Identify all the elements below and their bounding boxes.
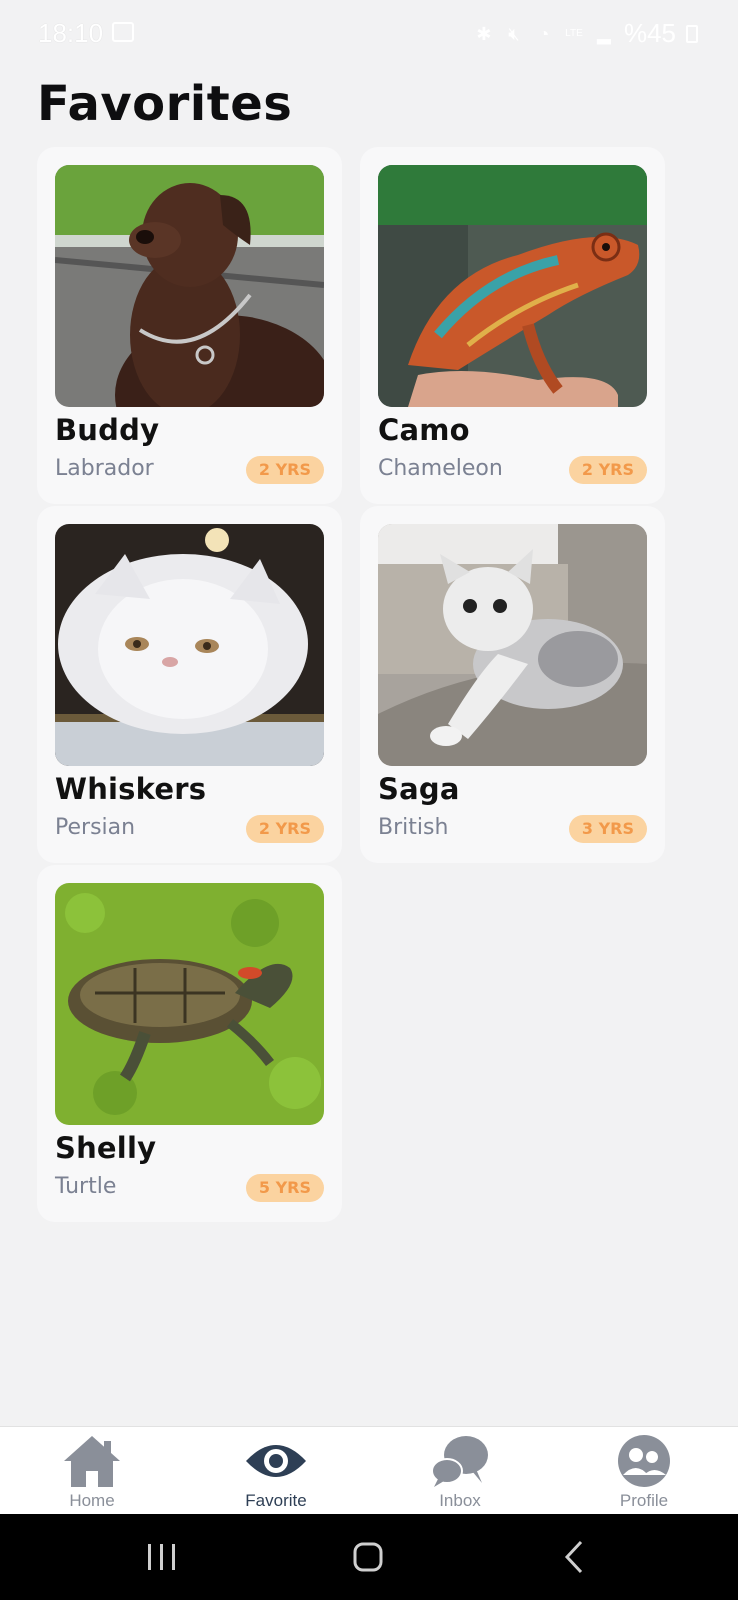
battery-icon xyxy=(686,24,698,43)
eye-icon xyxy=(246,1445,306,1477)
mute-icon: 🔇︎ xyxy=(508,23,520,44)
users-icon xyxy=(618,1435,670,1487)
wifi-icon: ◔ xyxy=(538,23,550,44)
nav-label: Profile xyxy=(619,1491,669,1510)
nav-inbox[interactable]: Inbox xyxy=(368,1427,552,1515)
favorite-card[interactable]: Whiskers Persian 2 YRS xyxy=(37,506,342,863)
system-navigation-bar xyxy=(0,1514,738,1600)
nav-home[interactable]: Home xyxy=(0,1427,184,1515)
nav-profile[interactable]: Profile xyxy=(552,1427,736,1515)
nav-label: Favorite xyxy=(245,1491,307,1510)
age-badge: 2 YRS xyxy=(568,456,647,484)
pet-name: Whiskers xyxy=(55,772,207,806)
page-title: Favorites xyxy=(37,76,293,132)
age-badge: 2 YRS xyxy=(245,815,324,843)
favorite-card[interactable]: Shelly Turtle 5 YRS xyxy=(37,865,342,1222)
british-cat-photo xyxy=(378,524,647,766)
bluetooth-icon: ✱ xyxy=(476,23,492,44)
pet-breed: British xyxy=(378,815,449,840)
pet-breed: Labrador xyxy=(55,456,154,481)
favorite-card[interactable]: Camo Chameleon 2 YRS xyxy=(360,147,665,504)
volte-icon: LTE xyxy=(565,27,583,39)
pet-breed: Turtle xyxy=(55,1174,117,1199)
signal-icon: ▂ xyxy=(597,23,611,44)
chocolate-labrador-photo xyxy=(55,165,324,407)
age-badge: 2 YRS xyxy=(245,456,324,484)
home-button-icon[interactable] xyxy=(338,1532,398,1582)
age-badge: 5 YRS xyxy=(245,1174,324,1202)
chat-bubbles-icon xyxy=(431,1436,488,1487)
bottom-navigation: Home Favorite Inbox Profile xyxy=(0,1426,738,1515)
pet-breed: Persian xyxy=(55,815,136,840)
nav-label: Home xyxy=(69,1491,115,1510)
pet-breed: Chameleon xyxy=(378,456,503,481)
status-time: 18:10 xyxy=(38,18,104,48)
turtle-photo xyxy=(55,883,324,1125)
age-badge: 3 YRS xyxy=(568,815,647,843)
chameleon-photo xyxy=(378,165,647,407)
favorite-card[interactable]: Saga British 3 YRS xyxy=(360,506,665,863)
nav-label: Inbox xyxy=(439,1491,481,1510)
status-bar: 18:10 ✱ 🔇︎ ◔ LTE ▂ %45 xyxy=(0,0,738,70)
pet-name: Camo xyxy=(378,413,470,447)
pet-name: Saga xyxy=(378,772,460,806)
back-icon[interactable] xyxy=(545,1532,605,1582)
battery-percent: %45 xyxy=(623,18,676,48)
pet-name: Shelly xyxy=(55,1131,157,1165)
gallery-icon xyxy=(112,22,134,42)
nav-favorite[interactable]: Favorite xyxy=(184,1427,368,1515)
pet-name: Buddy xyxy=(55,413,160,447)
recent-apps-icon[interactable] xyxy=(132,1532,192,1582)
home-icon xyxy=(64,1436,120,1487)
white-persian-cat-photo xyxy=(55,524,324,766)
favorite-card[interactable]: Buddy Labrador 2 YRS xyxy=(37,147,342,504)
status-icons: ✱ 🔇︎ ◔ LTE ▂ %45 xyxy=(474,18,698,49)
